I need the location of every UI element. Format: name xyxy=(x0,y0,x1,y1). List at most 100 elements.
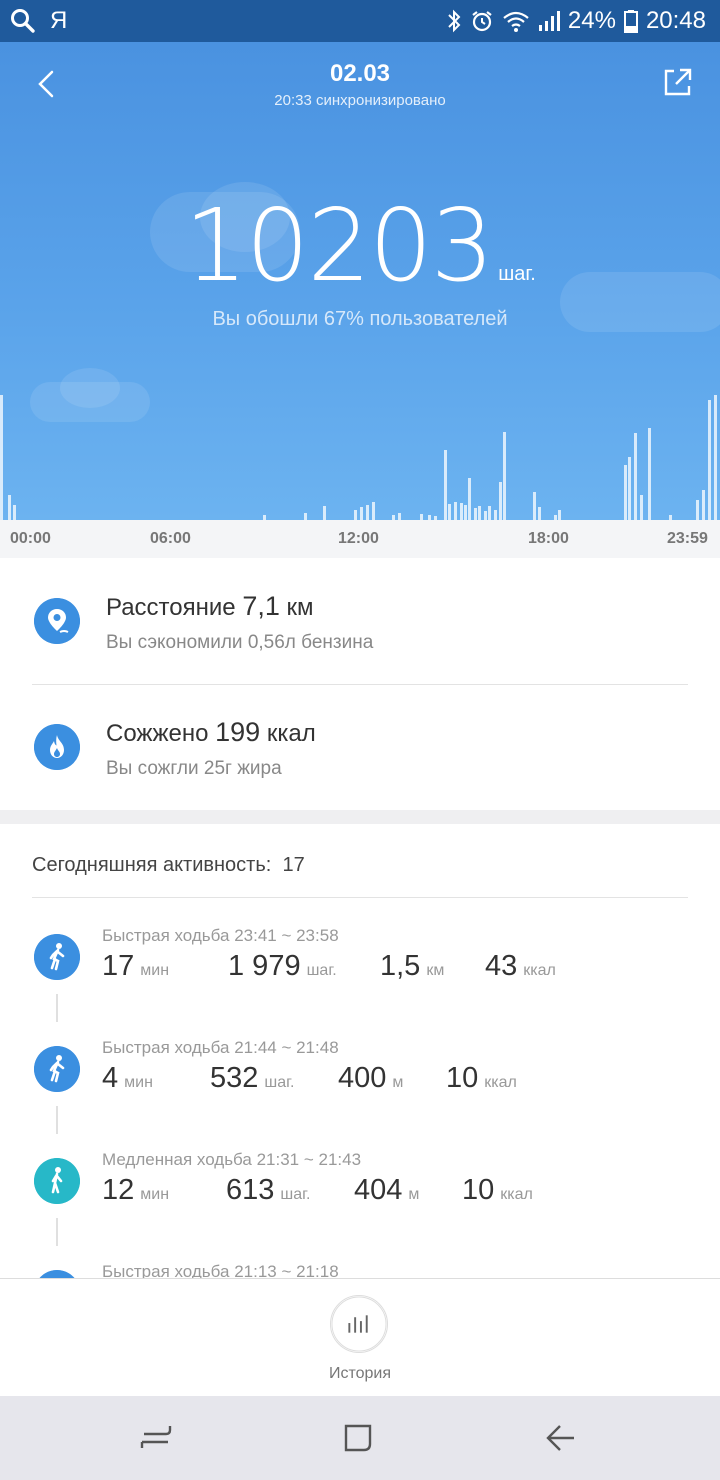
calories-unit: ккал xyxy=(266,720,316,747)
step-bar xyxy=(634,433,637,520)
activity-item[interactable]: Быстрая ходьба 21:44 ~ 21:48 4 мин 532 шаг… xyxy=(0,1034,720,1146)
location-pin-icon xyxy=(34,598,80,644)
signal-icon xyxy=(538,11,560,31)
daily-summary: Расстояние 7,1 км Вы сэкономили 0,56л бе… xyxy=(0,558,720,810)
steps-unit: шаг. xyxy=(264,1074,295,1091)
distance-value: 7,1 xyxy=(242,591,280,621)
activity-item[interactable]: Медленная ходьба 21:31 ~ 21:43 12 мин 613… xyxy=(0,1146,720,1258)
step-bar xyxy=(454,502,457,520)
system-nav-bar xyxy=(0,1396,720,1480)
walking-icon xyxy=(34,1158,80,1204)
steps-hero: 02.03 20:33 синхронизировано 10203 шаг. В… xyxy=(0,42,720,520)
step-bar xyxy=(499,482,502,520)
share-icon[interactable] xyxy=(662,66,694,98)
calories-title: Сожжено 199 ккал xyxy=(106,717,316,748)
duration-unit: мин xyxy=(140,962,170,979)
duration-value: 12 xyxy=(102,1174,135,1206)
distance-unit: м xyxy=(392,1074,404,1091)
distance-unit: км xyxy=(426,962,445,979)
wifi-icon xyxy=(503,11,529,32)
tick-label: 12:00 xyxy=(338,530,379,547)
steps-unit: шаг. xyxy=(498,263,536,285)
kcal-value: 10 xyxy=(462,1174,495,1206)
time-axis: 00:00 06:00 12:00 18:00 23:59 xyxy=(0,520,720,558)
steps-unit: шаг. xyxy=(280,1186,311,1203)
step-bar xyxy=(468,478,471,520)
steps-value: 613 xyxy=(226,1174,275,1206)
step-bar xyxy=(366,505,369,520)
calories-value: 199 xyxy=(215,717,261,747)
history-label[interactable]: История xyxy=(0,1365,720,1383)
divider xyxy=(32,897,688,898)
step-bar xyxy=(304,513,307,520)
duration-unit: мин xyxy=(140,1186,170,1203)
distance-sub: Вы сэкономили 0,56л бензина xyxy=(106,632,374,653)
calories-row[interactable]: Сожжено 199 ккал Вы сожгли 25г жира xyxy=(0,684,720,810)
distance-value: 404 xyxy=(354,1174,403,1206)
tick-label: 23:59 xyxy=(667,530,708,547)
step-bar xyxy=(714,395,717,520)
step-bar xyxy=(628,457,631,520)
activity-heading-label: Сегодняшняя активность: xyxy=(32,854,272,876)
tick-label: 00:00 xyxy=(10,530,51,547)
step-bar xyxy=(460,503,463,520)
activity-item[interactable]: Быстрая ходьба 21:13 ~ 21:18 xyxy=(0,1258,720,1278)
distance-label: Расстояние xyxy=(106,594,236,621)
duration-value: 4 xyxy=(102,1062,119,1094)
battery-icon xyxy=(623,10,638,33)
distance-value: 400 xyxy=(338,1062,387,1094)
step-bar xyxy=(8,495,11,520)
step-bar xyxy=(478,506,481,520)
timeline-connector xyxy=(56,1218,58,1246)
activity-item[interactable]: Быстрая ходьба 23:41 ~ 23:58 17 мин 1 979… xyxy=(0,922,720,1034)
steps-count: 10203 шаг. xyxy=(0,187,720,304)
step-bar xyxy=(360,507,363,520)
history-panel: История xyxy=(0,1278,720,1396)
search-icon xyxy=(11,9,35,33)
distance-unit: км xyxy=(286,594,314,621)
step-bar xyxy=(484,511,487,520)
home-icon[interactable] xyxy=(340,1420,376,1456)
calories-sub: Вы сожгли 25г жира xyxy=(106,758,282,779)
step-bar xyxy=(494,510,497,520)
steps-unit: шаг. xyxy=(306,962,337,979)
step-bar xyxy=(708,400,711,520)
kcal-value: 10 xyxy=(446,1062,479,1094)
step-bar xyxy=(444,450,447,520)
distance-row[interactable]: Расстояние 7,1 км Вы сэкономили 0,56л бе… xyxy=(0,558,720,684)
step-bar xyxy=(474,508,477,520)
step-bar xyxy=(696,500,699,520)
step-bar xyxy=(448,504,451,520)
step-bar xyxy=(702,490,705,520)
status-bar: Я 24% 20:48 xyxy=(0,0,720,42)
walking-icon xyxy=(34,1270,80,1278)
activity-count: 17 xyxy=(282,854,305,876)
step-bar xyxy=(538,507,541,520)
step-bar xyxy=(0,395,3,520)
activity-title: Быстрая ходьба 21:13 ~ 21:18 xyxy=(102,1262,339,1278)
bluetooth-icon xyxy=(448,9,461,33)
step-bar xyxy=(503,432,506,520)
history-button[interactable] xyxy=(330,1295,388,1353)
calories-label: Сожжено xyxy=(106,720,209,747)
step-bar xyxy=(398,513,401,520)
recent-apps-icon[interactable] xyxy=(138,1420,174,1456)
flame-icon xyxy=(34,724,80,770)
step-bar xyxy=(648,428,651,520)
walking-icon xyxy=(34,934,80,980)
kcal-unit: ккал xyxy=(500,1186,533,1203)
steps-value: 10203 xyxy=(184,187,494,304)
step-bar xyxy=(558,510,561,520)
distance-value: 1,5 xyxy=(380,950,421,982)
step-bar xyxy=(488,506,491,520)
step-bar xyxy=(624,465,627,520)
yandex-icon: Я xyxy=(50,7,68,34)
timeline-connector xyxy=(56,1106,58,1134)
battery-percent: 24% xyxy=(567,7,616,34)
steps-value: 1 979 xyxy=(228,950,301,982)
alarm-icon xyxy=(472,11,492,32)
kcal-unit: ккал xyxy=(523,962,556,979)
step-bar xyxy=(13,505,16,520)
tick-label: 18:00 xyxy=(528,530,569,547)
back-icon[interactable] xyxy=(542,1420,578,1456)
